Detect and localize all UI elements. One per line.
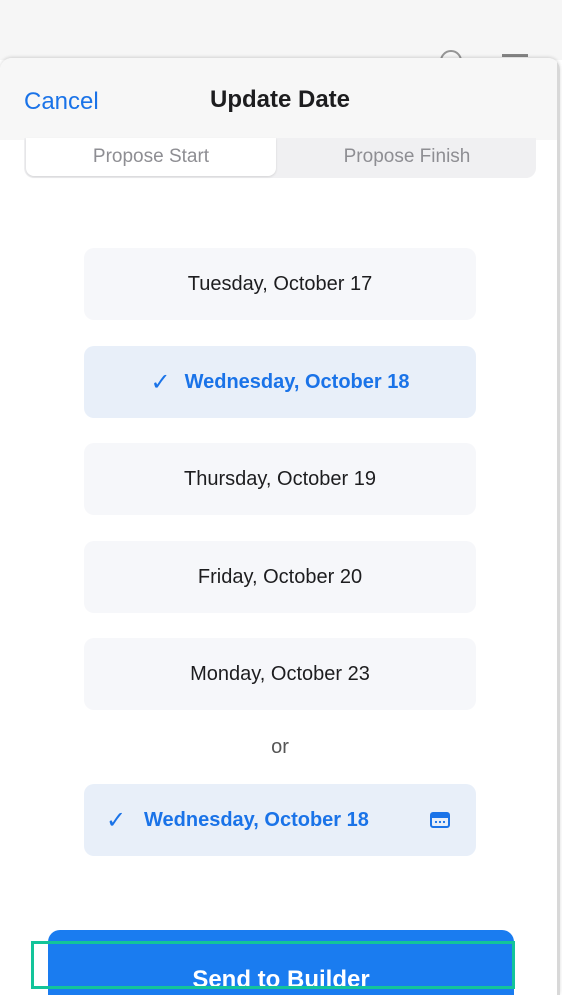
update-date-sheet: Cancel Update Date Propose Start Propose… — [0, 58, 560, 995]
date-option-oct-17[interactable]: Tuesday, October 17 — [84, 248, 476, 320]
tab-propose-finish[interactable]: Propose Finish — [282, 138, 532, 176]
background-header — [0, 0, 562, 60]
date-option-oct-20[interactable]: Friday, October 20 — [84, 541, 476, 613]
custom-date-label: Wednesday, October 18 — [144, 809, 369, 831]
sheet-title: Update Date — [209, 86, 351, 113]
tab-propose-start[interactable]: Propose Start — [26, 138, 276, 176]
calendar-icon[interactable] — [430, 812, 450, 828]
date-option-oct-23[interactable]: Monday, October 23 — [84, 638, 476, 710]
checkmark-icon: ✓ — [150, 368, 171, 396]
date-option-oct-18[interactable]: ✓ Wednesday, October 18 — [84, 346, 476, 418]
date-option-oct-19[interactable]: Thursday, October 19 — [84, 443, 476, 515]
menu-icon — [502, 54, 528, 57]
sheet-nav-bar: Cancel Update Date — [0, 58, 560, 140]
sheet-edge-divider — [557, 58, 560, 995]
date-option-label: Tuesday, October 17 — [187, 272, 373, 295]
checkmark-icon: ✓ — [106, 807, 127, 834]
date-option-label: Friday, October 20 — [197, 565, 363, 588]
propose-segmented-control: Propose Start Propose Finish — [24, 138, 536, 178]
or-separator: or — [271, 736, 289, 758]
date-option-label: Thursday, October 19 — [184, 467, 376, 490]
date-option-label: Monday, October 23 — [190, 662, 370, 685]
date-option-label: Wednesday, October 18 — [184, 370, 410, 393]
custom-date-picker[interactable]: ✓ Wednesday, October 18 — [84, 784, 476, 856]
send-to-builder-button[interactable]: Send to Builder — [48, 930, 514, 995]
